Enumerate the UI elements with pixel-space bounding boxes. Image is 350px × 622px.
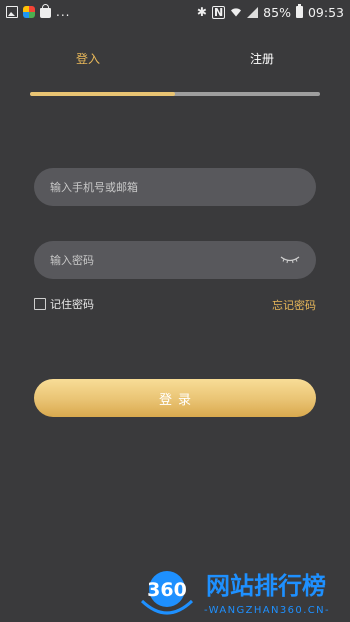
login-button[interactable]: 登录	[34, 379, 316, 417]
phone-email-input[interactable]	[50, 180, 300, 194]
nfc-icon: N	[211, 5, 226, 19]
tab-progress-track	[30, 92, 320, 96]
status-bar-right: ✱ N 85% 09:53	[196, 4, 344, 20]
cell-signal-icon	[247, 6, 259, 18]
more-notifications: ...	[56, 5, 71, 19]
tab-active-indicator	[30, 92, 175, 96]
tab-register[interactable]: 注册	[250, 50, 274, 67]
wifi-icon	[231, 8, 242, 17]
password-field[interactable]	[34, 241, 316, 279]
remember-password-label: 记住密码	[50, 298, 94, 311]
watermark-logo: 360 网站排行榜 -WANGZHAN360.CN-	[140, 571, 330, 616]
battery-icon	[295, 4, 303, 18]
status-bar-left: ...	[6, 4, 71, 19]
status-bar: ... ✱ N 85% 09:53	[0, 0, 350, 24]
forgot-password-link[interactable]: 忘记密码	[272, 297, 316, 313]
battery-percent: 85%	[263, 4, 291, 20]
password-input[interactable]	[50, 253, 280, 267]
watermark-site-name: 网站排行榜	[206, 572, 326, 600]
watermark-url: -WANGZHAN360.CN-	[204, 605, 330, 616]
login-screen: ... ✱ N 85% 09:53 登入 注册 输入手机号或邮箱 记住密码 忘记…	[0, 0, 350, 622]
clock: 09:53	[307, 4, 344, 20]
remember-password-checkbox[interactable]	[34, 298, 46, 310]
phone-email-field[interactable]	[34, 168, 316, 206]
watermark-badge-text: 360	[147, 579, 187, 601]
tab-login[interactable]: 登入	[76, 50, 100, 67]
eye-closed-icon[interactable]	[280, 254, 300, 266]
remember-password[interactable]: 记住密码	[34, 296, 94, 312]
app-notification-icon	[23, 6, 35, 18]
bluetooth-icon: ✱	[196, 5, 207, 19]
shopping-bag-icon	[40, 4, 51, 18]
gallery-icon	[6, 6, 18, 18]
